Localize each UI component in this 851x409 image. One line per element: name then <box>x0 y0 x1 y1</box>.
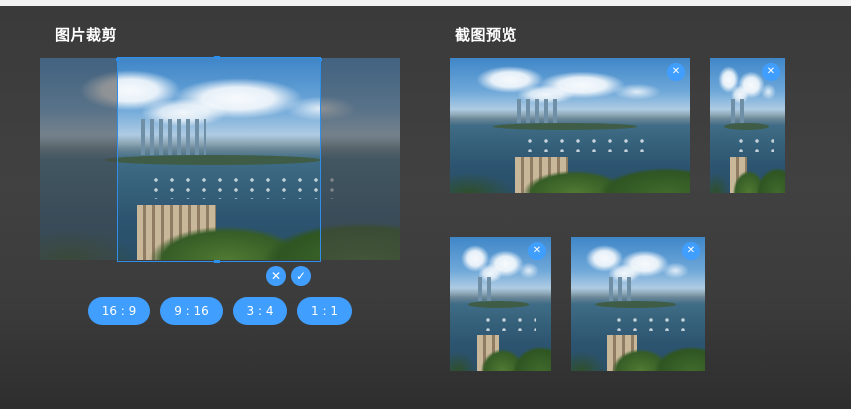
preview-image-16-9: ✕ <box>450 58 690 193</box>
ratio-9-16-button[interactable]: 9 : 16 <box>160 297 223 325</box>
close-icon: ✕ <box>532 245 542 256</box>
crop-handle-top[interactable] <box>214 56 220 59</box>
preview-title: 截图预览 <box>455 26 518 44</box>
ratio-1-1-button[interactable]: 1 : 1 <box>297 297 352 325</box>
crop-mask-left <box>40 58 117 260</box>
ratio-3-4-button[interactable]: 3 : 4 <box>233 297 287 325</box>
preview-image-1-1: ✕ <box>571 237 705 371</box>
crop-title: 图片裁剪 <box>55 26 118 44</box>
remove-preview-button[interactable]: ✕ <box>682 242 700 260</box>
cancel-crop-button[interactable]: ✕ <box>266 266 286 286</box>
remove-preview-button[interactable]: ✕ <box>667 63 685 81</box>
close-icon: ✕ <box>671 66 681 77</box>
crop-mask-right <box>320 58 400 260</box>
close-icon: ✕ <box>686 245 696 256</box>
ratio-16-9-button[interactable]: 16 : 9 <box>88 297 150 325</box>
preview-image-3-4: ✕ <box>450 237 551 371</box>
check-icon: ✓ <box>295 269 307 283</box>
crop-handle-bottom[interactable] <box>214 260 220 263</box>
close-icon: ✕ <box>766 66 776 77</box>
preview-image-9-16: ✕ <box>710 58 785 193</box>
close-icon: ✕ <box>270 269 282 283</box>
remove-preview-button[interactable]: ✕ <box>528 242 546 260</box>
remove-preview-button[interactable]: ✕ <box>762 63 780 81</box>
confirm-crop-button[interactable]: ✓ <box>291 266 311 286</box>
crop-handle-top-right[interactable] <box>319 58 322 61</box>
crop-selection-box[interactable] <box>116 56 322 263</box>
crop-handle-top-left[interactable] <box>116 58 119 61</box>
